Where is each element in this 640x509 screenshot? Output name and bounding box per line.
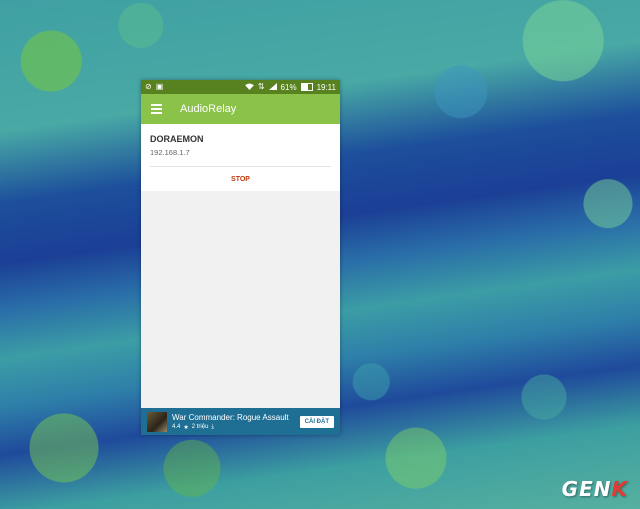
- hamburger-menu-icon[interactable]: [151, 104, 162, 114]
- server-name: DORAEMON: [150, 134, 204, 144]
- ad-rating: 4.4: [172, 424, 181, 430]
- data-arrows-icon: ⇅: [257, 82, 265, 91]
- ad-banner[interactable]: War Commander: Rogue Assault 4.4 ★ 2 tri…: [141, 408, 340, 435]
- status-bar: ⊘ ▣ ⇅ 61% 19:11: [141, 80, 340, 94]
- stop-button[interactable]: STOP: [150, 167, 331, 191]
- wifi-icon: [244, 82, 254, 92]
- ad-title: War Commander: Rogue Assault: [172, 412, 289, 422]
- star-icon: ★: [183, 424, 189, 431]
- ad-downloads: 2 triệu: [191, 424, 209, 430]
- status-right: ⇅ 61% 19:11: [244, 82, 336, 92]
- clock: 19:11: [316, 82, 336, 92]
- signal-icon: [268, 82, 277, 92]
- battery-icon: [300, 83, 313, 91]
- logo-text-accent: K: [611, 477, 628, 501]
- logo-text-main: GEN: [561, 477, 612, 501]
- status-left: ⊘ ▣: [145, 83, 163, 91]
- ad-game-thumbnail[interactable]: [147, 411, 167, 432]
- app-bar: AudioRelay: [141, 94, 340, 124]
- server-card: DORAEMON 192.168.1.7 STOP: [141, 124, 340, 191]
- server-ip: 192.168.1.7: [150, 148, 331, 167]
- ad-text: War Commander: Rogue Assault 4.4 ★ 2 tri…: [172, 413, 300, 431]
- ad-install-button[interactable]: CÀI ĐẶT: [299, 415, 334, 428]
- image-icon: ▣: [155, 82, 164, 91]
- download-icon: ⤓: [211, 423, 215, 430]
- phone-screen: ⊘ ▣ ⇅ 61% 19:11 AudioRelay DORAEMON 192.…: [141, 80, 340, 435]
- app-title: AudioRelay: [180, 103, 237, 115]
- genk-logo: GENK: [562, 477, 628, 501]
- ad-meta: 4.4 ★ 2 triệu ⤓: [172, 424, 300, 431]
- battery-percent: 61%: [280, 82, 297, 92]
- no-sound-icon: ⊘: [145, 82, 152, 91]
